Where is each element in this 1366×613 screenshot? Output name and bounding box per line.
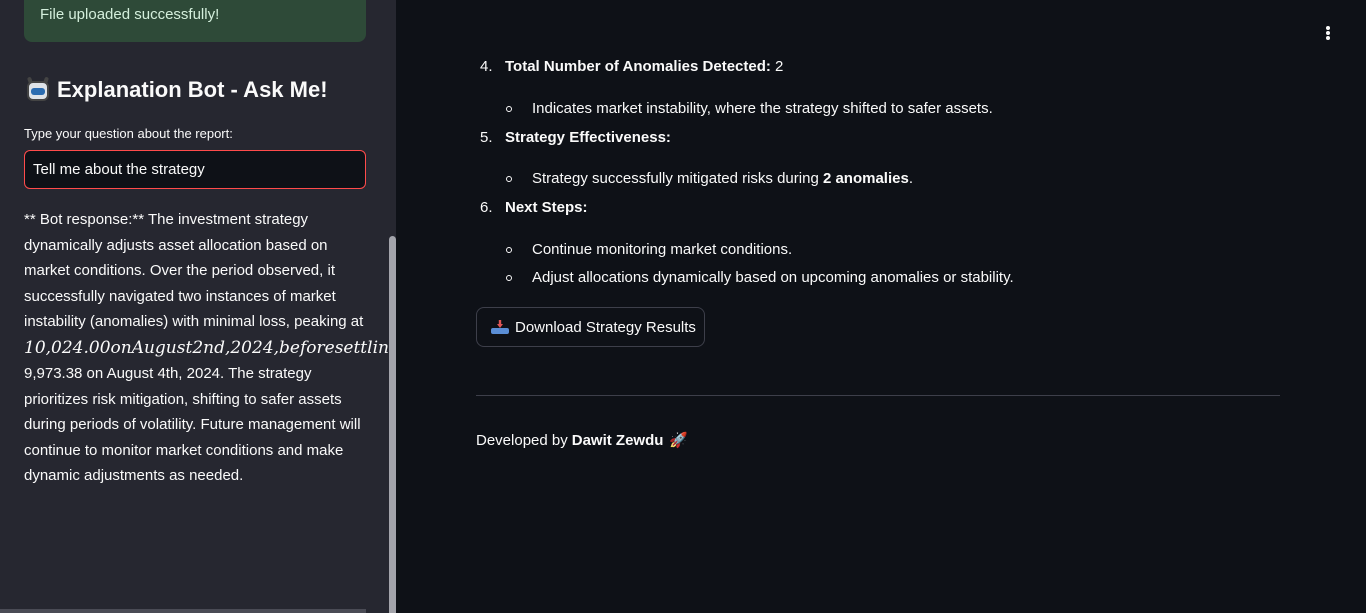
vertical-ellipsis-icon[interactable]: [1322, 24, 1334, 42]
bot-title: Explanation Bot - Ask Me!: [24, 76, 328, 104]
list-item-label: Total Number of Anomalies Detected:: [505, 58, 771, 75]
list-number: 5.: [480, 129, 493, 146]
list-number: 6.: [480, 199, 493, 216]
upload-success-alert: File uploaded successfully!: [24, 0, 366, 42]
bot-response-text-1: ** Bot response:** The investment strate…: [24, 211, 364, 331]
list-bullet: Strategy successfully mitigated risks du…: [506, 170, 913, 187]
rocket-icon: 🚀: [669, 432, 689, 449]
bullet-text: Strategy successfully mitigated risks du…: [532, 170, 914, 187]
list-item-effectiveness: 5. Strategy Effectiveness:: [480, 129, 671, 146]
sidebar-horizontal-scrollbar[interactable]: [0, 609, 366, 613]
anomalies-count: 2: [775, 58, 784, 75]
inbox-tray-icon: [491, 320, 509, 334]
bot-title-text: Explanation Bot - Ask Me!: [57, 77, 328, 102]
bullet-circle-icon: [506, 246, 512, 253]
question-input[interactable]: [24, 150, 366, 189]
bullet-circle-icon: [506, 274, 512, 281]
list-bullet: Adjust allocations dynamically based on …: [506, 269, 1014, 286]
list-item-next-steps: 6. Next Steps:: [480, 199, 588, 216]
list-number: 4.: [480, 58, 493, 75]
bullet-text: Indicates market instability, where the …: [532, 100, 993, 117]
list-bullet: Indicates market instability, where the …: [506, 100, 993, 117]
list-item-label: Next Steps:: [505, 199, 588, 216]
bullet-text: Continue monitoring market conditions.: [532, 241, 793, 258]
bot-response-text-2: 9,973.38 on August 4th, 2024. The strate…: [24, 364, 361, 485]
footer-author: Dawit Zewdu: [571, 431, 664, 449]
list-item-anomalies: 4. Total Number of Anomalies Detected: 2: [480, 58, 783, 75]
main-content: 4. Total Number of Anomalies Detected: 2…: [396, 0, 1366, 613]
download-button-label: Download Strategy Results: [515, 318, 696, 336]
robot-icon: [24, 76, 52, 104]
bot-response-math: 10,024.00onAugust2nd,2024,beforesettling: [24, 337, 394, 358]
footer: Developed by Dawit Zewdu 🚀: [476, 431, 689, 450]
list-bullet: Continue monitoring market conditions.: [506, 241, 792, 258]
footer-prefix: Developed by: [476, 431, 568, 449]
sidebar: File uploaded successfully! Explanation …: [0, 0, 396, 613]
bullet-circle-icon: [506, 105, 512, 112]
bullet-text: Adjust allocations dynamically based on …: [532, 269, 1014, 286]
upload-success-text: File uploaded successfully!: [40, 6, 220, 23]
list-item-label: Strategy Effectiveness:: [505, 129, 671, 146]
divider: [476, 395, 1280, 396]
download-strategy-results-button[interactable]: Download Strategy Results: [476, 307, 705, 347]
question-label: Type your question about the report:: [24, 126, 233, 141]
bullet-circle-icon: [506, 175, 512, 182]
sidebar-scrollbar-thumb[interactable]: [389, 236, 396, 613]
bot-response: ** Bot response:** The investment strate…: [24, 207, 394, 489]
